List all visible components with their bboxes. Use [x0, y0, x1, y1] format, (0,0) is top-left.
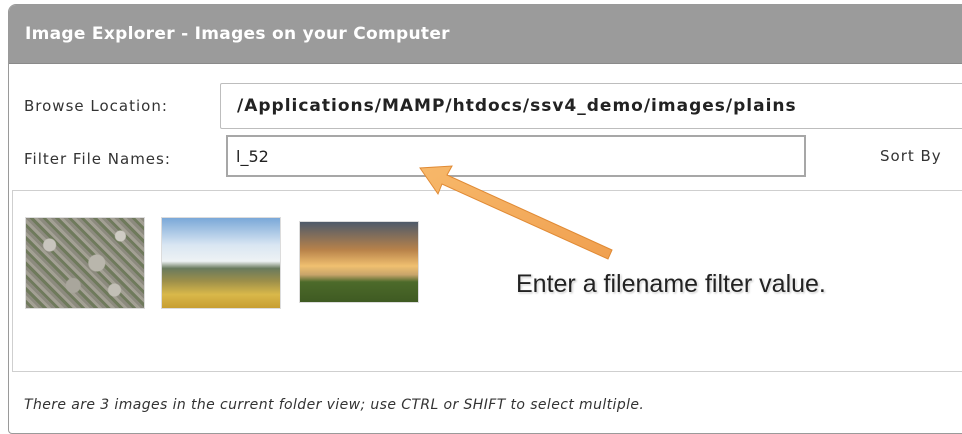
browse-location-field[interactable]: /Applications/MAMP/htdocs/ssv4_demo/imag…	[220, 83, 962, 129]
browse-location-label: Browse Location:	[24, 97, 168, 115]
window-title: Image Explorer - Images on your Computer	[25, 24, 450, 44]
sort-by-label[interactable]: Sort By	[880, 147, 942, 165]
browse-location-path: /Applications/MAMP/htdocs/ssv4_demo/imag…	[237, 96, 797, 116]
browse-location-row: Browse Location:	[24, 97, 168, 115]
status-text: There are 3 images in the current folder…	[24, 397, 645, 413]
callout-text: Enter a filename filter value.	[516, 270, 826, 298]
filter-file-names-input[interactable]	[226, 135, 806, 177]
rocky-field-image[interactable]	[25, 217, 145, 309]
filter-row: Filter File Names:	[24, 150, 171, 168]
filter-file-names-label: Filter File Names:	[24, 150, 171, 168]
plains-sunset-image[interactable]	[299, 221, 419, 303]
plains-blue-sky-image[interactable]	[161, 217, 281, 309]
title-bar: Image Explorer - Images on your Computer	[9, 5, 962, 64]
